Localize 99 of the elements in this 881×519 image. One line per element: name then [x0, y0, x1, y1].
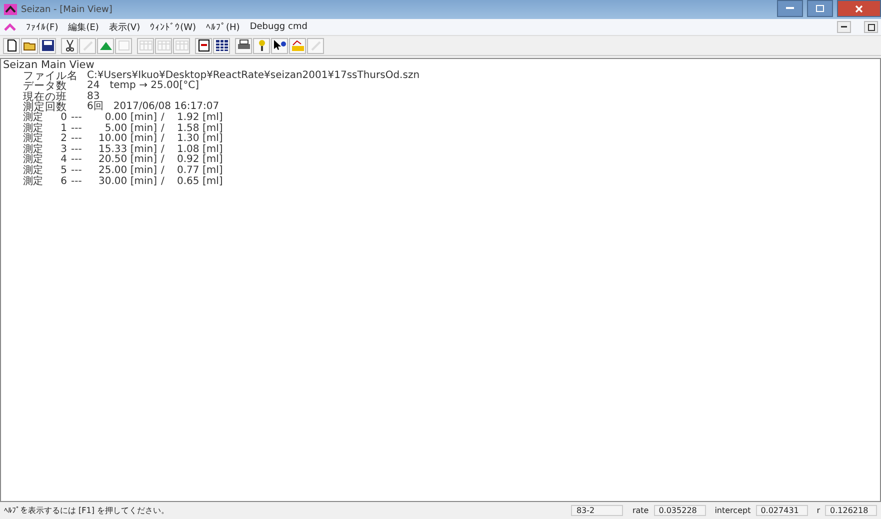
stat-value: 0.027431: [756, 505, 808, 516]
stat-value: 0.126218: [825, 505, 877, 516]
menu-item[interactable]: ﾌｧｲﾙ(F): [26, 22, 58, 32]
menu-item[interactable]: 表示(V): [108, 20, 140, 34]
separator-text: ---: [71, 124, 83, 134]
field-value: 83: [87, 92, 100, 102]
grid-icon: [214, 39, 228, 52]
time-value: 5.00 [min]: [104, 124, 157, 134]
separator-text: ---: [71, 134, 83, 145]
view-heading: Seizan Main View: [3, 60, 94, 71]
row-index: 4: [60, 155, 67, 166]
volume-value: 0.65 [ml]: [177, 176, 221, 188]
save-button[interactable]: [39, 38, 56, 54]
open-folder-button[interactable]: [21, 38, 38, 54]
volume-value: 0.77 [ml]: [177, 166, 221, 176]
volume-value: 1.30 [ml]: [177, 134, 221, 144]
separator-text: ---: [71, 166, 83, 177]
separator-text: ---: [71, 144, 83, 156]
maximize-icon: [816, 5, 824, 12]
minimize-icon: [841, 26, 847, 28]
app-icon: [4, 4, 17, 15]
save-icon: [40, 39, 54, 52]
row-label: 測定: [23, 166, 44, 176]
minimize-button[interactable]: [837, 21, 851, 33]
window-title: Seizan - [Main View]: [21, 4, 112, 14]
row-label: 測定: [23, 176, 44, 188]
table-icon: [156, 39, 170, 52]
slash-text: /: [161, 112, 166, 124]
volume-value: 1.58 [ml]: [177, 124, 221, 134]
printer-icon: [236, 39, 250, 52]
stat-label: r: [816, 506, 820, 515]
row-label: 測定: [23, 155, 44, 166]
new-file-button[interactable]: [3, 38, 20, 54]
restore-button[interactable]: [864, 21, 878, 33]
slash-text: /: [161, 166, 166, 176]
stat-label: intercept: [714, 506, 751, 515]
menu-item[interactable]: ﾍﾙﾌﾟ(H): [206, 22, 240, 32]
separator-text: ---: [71, 176, 83, 188]
row-index: 5: [60, 166, 67, 176]
close-button[interactable]: [837, 0, 881, 17]
minimize-icon: [786, 7, 794, 10]
field-label: 測定回数: [23, 102, 68, 113]
menu-item[interactable]: Debugg cmd: [250, 22, 308, 32]
time-value: 30.00 [min]: [98, 176, 157, 188]
row-index: 1: [60, 124, 67, 134]
time-value: 20.50 [min]: [98, 155, 157, 166]
grid-button[interactable]: [213, 38, 230, 54]
row-index: 2: [60, 134, 67, 144]
separator-text: ---: [71, 112, 83, 124]
volume-value: 1.08 [ml]: [177, 144, 221, 155]
stat-value: 0.035228: [654, 505, 706, 516]
field-label: ファイル名: [23, 70, 77, 82]
document-button[interactable]: [195, 38, 212, 54]
menu-item[interactable]: 編集(E): [68, 20, 99, 34]
slash-text: /: [161, 124, 166, 134]
minimize-button[interactable]: [777, 0, 803, 17]
field-label: 現在の班: [23, 92, 68, 102]
slash-text: /: [161, 144, 166, 155]
row-label: 測定: [23, 144, 44, 155]
separator-text: ---: [71, 155, 83, 166]
volume-value: 1.92 [ml]: [177, 112, 221, 123]
row-label: 測定: [23, 112, 44, 123]
row-label: 測定: [23, 124, 44, 134]
app-icon: [4, 22, 16, 32]
menu-item[interactable]: ｳｨﾝﾄﾞｳ(W): [150, 22, 196, 32]
pen-icon: [308, 39, 322, 52]
row-index: 6: [60, 176, 67, 188]
field-label: データ数: [23, 81, 67, 92]
status-pane: 83-2: [571, 505, 624, 516]
field-value: 2017/06/08 16:17:07: [113, 102, 220, 112]
restore-icon: [868, 24, 874, 30]
slash-text: /: [161, 176, 166, 188]
field-value: 6回: [87, 102, 104, 113]
row-index: 0: [60, 112, 67, 124]
context-help-icon: [272, 39, 286, 52]
field-value: C:¥Users¥Ikuo¥Desktop¥ReactRate¥seizan2001¥17ssThursOd.szn: [87, 70, 420, 81]
context-help-button[interactable]: [271, 38, 288, 54]
maximize-button[interactable]: [807, 0, 833, 17]
status-message: ﾍﾙﾌﾟを表示するには [F1] を押してください。: [4, 505, 170, 516]
time-value: 15.33 [min]: [98, 144, 157, 155]
new-file-icon: [4, 39, 18, 52]
time-value: 25.00 [min]: [98, 166, 157, 176]
close-icon: [855, 4, 863, 12]
printer-button[interactable]: [235, 38, 252, 54]
row-label: 測定: [23, 134, 44, 144]
blank-icon: [116, 39, 130, 52]
slash-text: /: [161, 155, 166, 166]
volume-value: 0.92 [ml]: [177, 155, 221, 166]
time-value: 0.00 [min]: [104, 112, 157, 123]
document-icon: [196, 39, 210, 52]
slash-text: /: [161, 134, 166, 144]
time-value: 10.00 [min]: [98, 134, 157, 144]
row-index: 3: [60, 144, 67, 155]
table-icon: [138, 39, 152, 52]
field-value: 24: [87, 81, 100, 92]
stat-label: rate: [632, 506, 649, 515]
field-value: temp → 25.00[°C]: [110, 81, 200, 92]
table-icon: [174, 39, 188, 52]
scissors-button[interactable]: [61, 38, 78, 54]
